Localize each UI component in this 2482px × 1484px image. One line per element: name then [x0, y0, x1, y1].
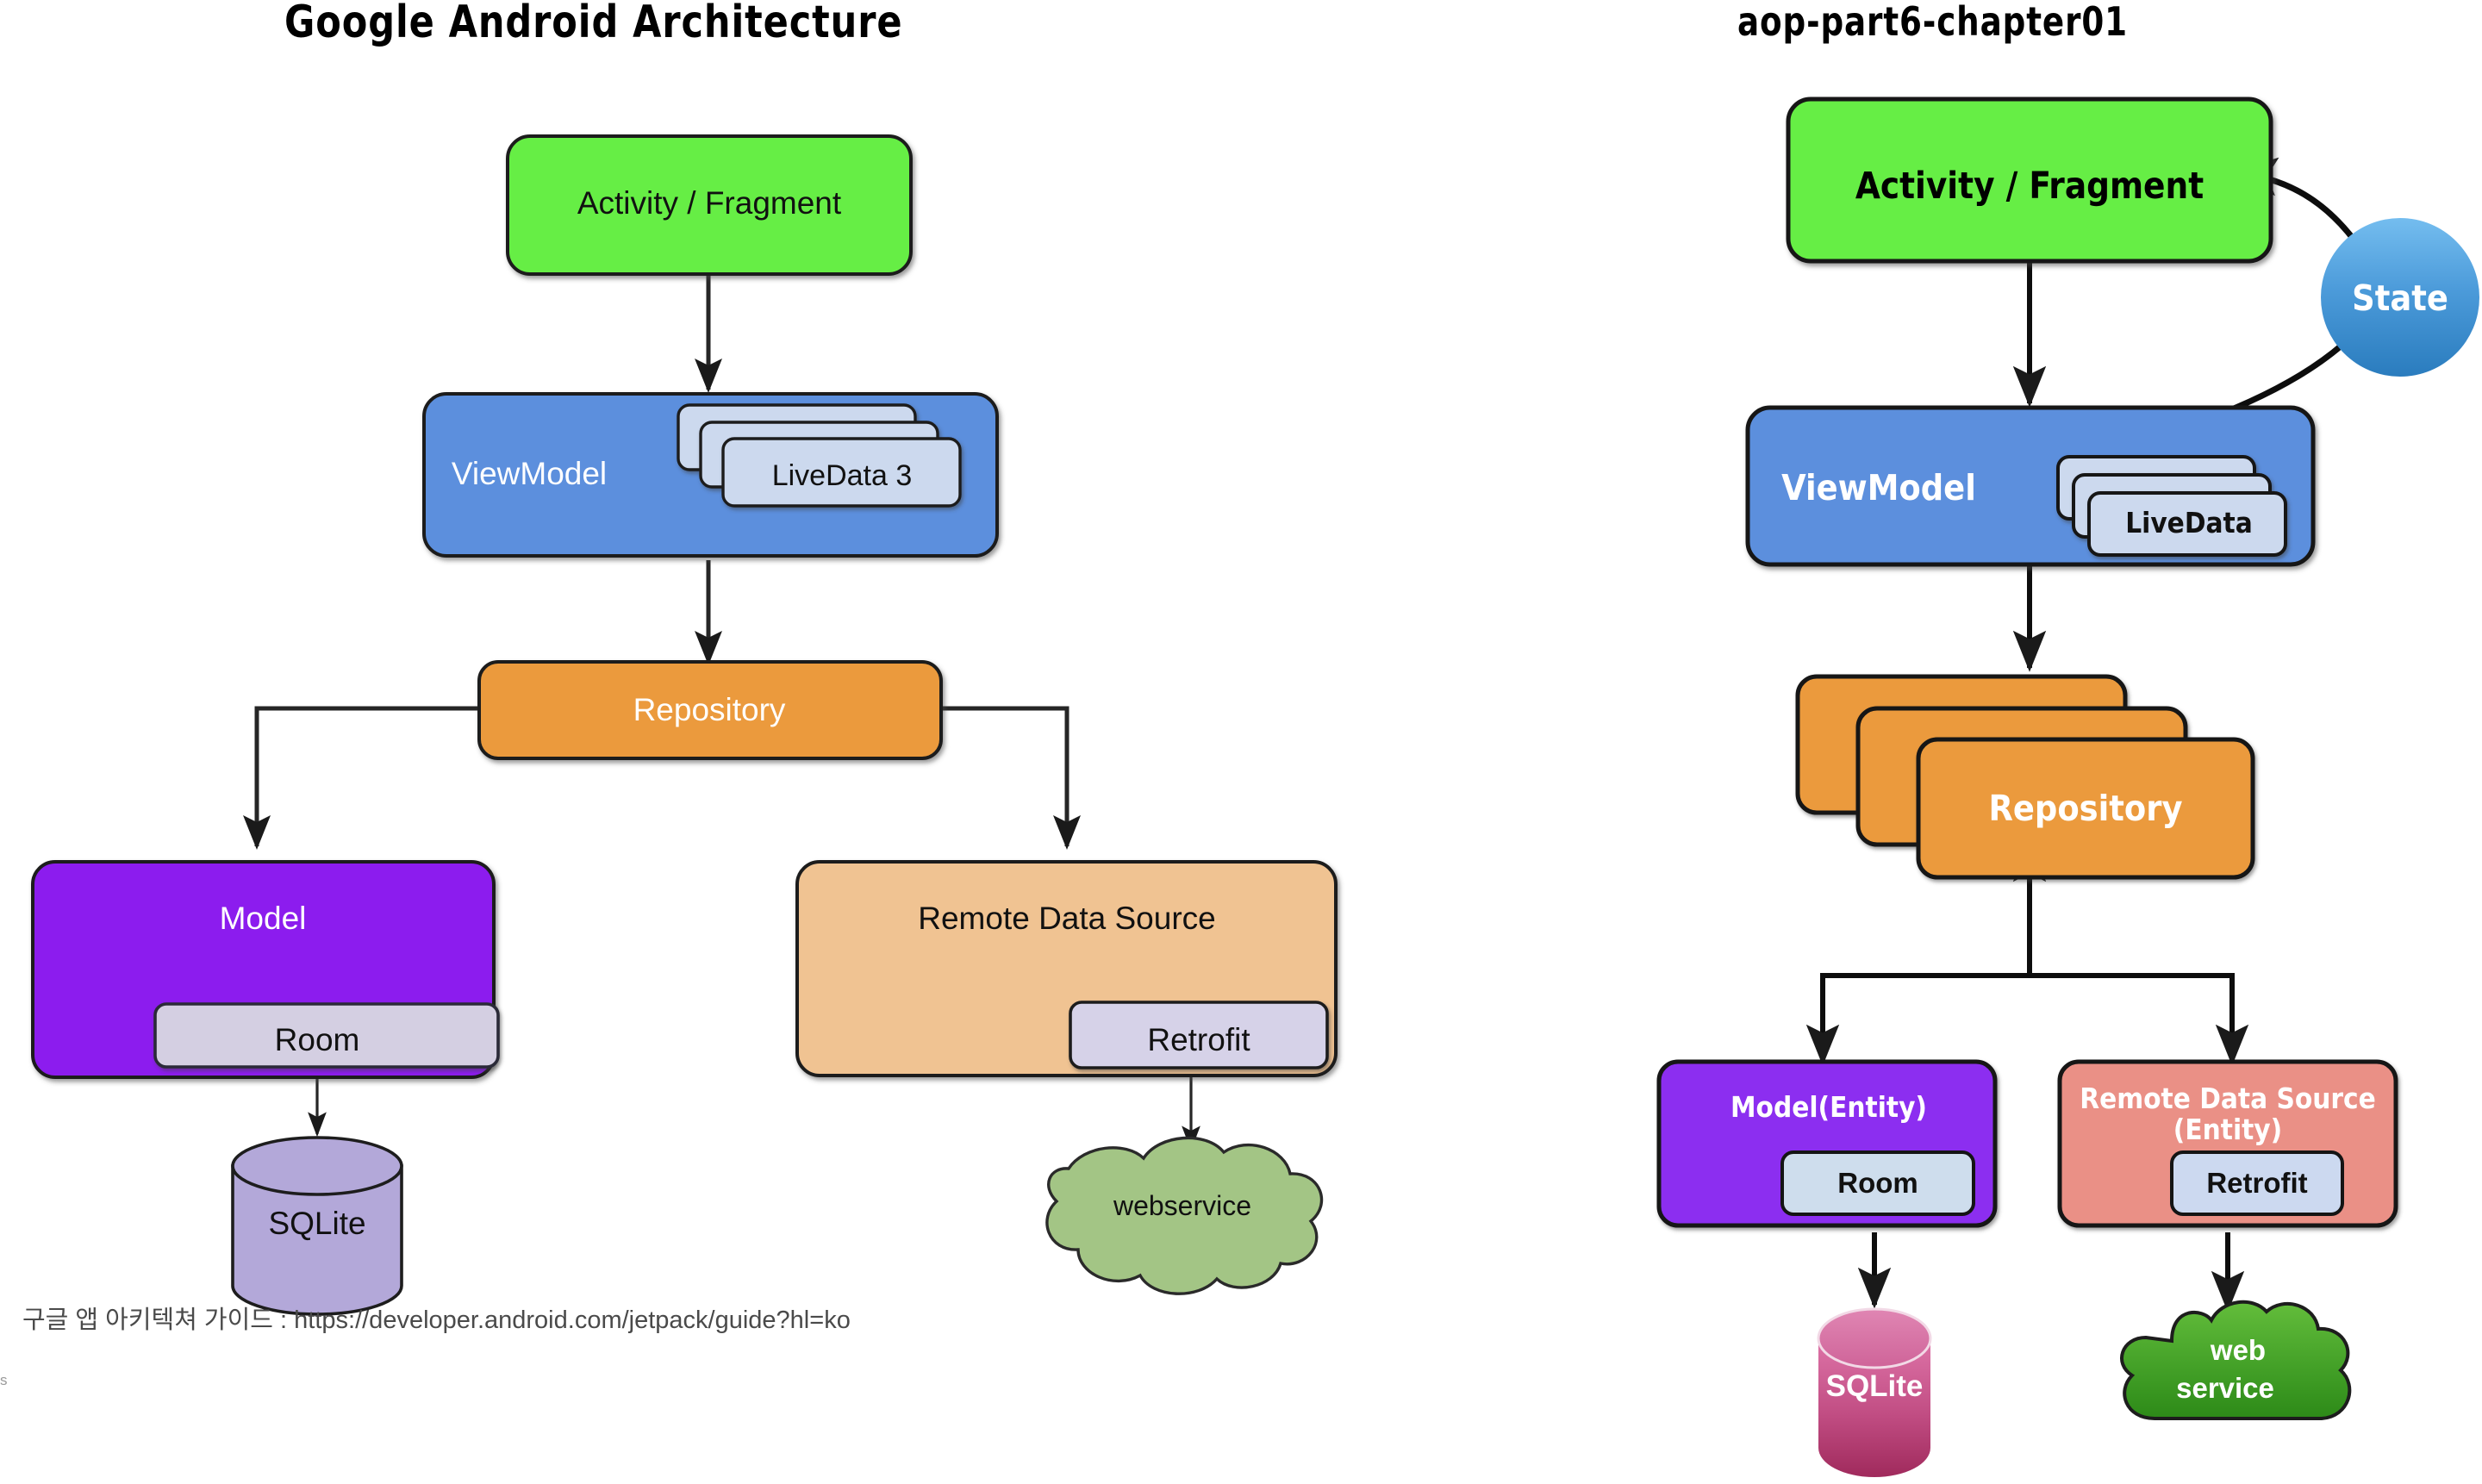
- left-repository-node: Repository: [477, 660, 943, 760]
- right-webservice-label-line2: service: [2176, 1372, 2274, 1404]
- left-room-label: Room: [275, 1022, 360, 1057]
- right-remote-data-source-label-line1: Remote Data Source: [2080, 1082, 2376, 1115]
- right-room-label: Room: [1837, 1167, 1918, 1199]
- left-livedata-label: LiveData 3: [772, 459, 913, 492]
- right-webservice-label-line1: web: [2210, 1334, 2266, 1366]
- left-sqlite-label: SQLite: [268, 1206, 365, 1241]
- connector-repository-to-remote: [941, 706, 1081, 851]
- diagram-canvas: Google Android Architecture aop-part6-ch…: [0, 0, 2482, 1484]
- stray-text: s: [0, 1372, 8, 1388]
- right-webservice-node: web service: [2120, 1300, 2352, 1420]
- right-state-label: State: [2352, 277, 2448, 319]
- left-diagram-caption: 구글 앱 아키텍쳐 가이드 : https://developer.androi…: [22, 1306, 851, 1334]
- left-activity-node: Activity / Fragment: [506, 134, 913, 276]
- right-remote-data-source-label-line2: (Entity): [2173, 1113, 2282, 1146]
- right-sqlite-node: SQLite: [1817, 1307, 1932, 1477]
- left-repository-label: Repository: [633, 692, 786, 727]
- left-model-label: Model: [220, 901, 307, 936]
- right-sqlite-label: SQLite: [1826, 1369, 1924, 1403]
- right-activity-node: Activity / Fragment: [1786, 97, 2273, 264]
- left-retrofit-label: Retrofit: [1147, 1022, 1250, 1057]
- left-viewmodel-label: ViewModel: [452, 456, 607, 491]
- right-viewmodel-label: ViewModel: [1781, 467, 1976, 508]
- left-activity-label: Activity / Fragment: [577, 185, 842, 221]
- right-model-entity-label: Model(Entity): [1731, 1090, 1927, 1124]
- right-remote-data-source-node: Remote Data Source (Entity) Retrofit: [2057, 1059, 2398, 1228]
- left-webservice-label: webservice: [1113, 1190, 1251, 1221]
- left-viewmodel-node: ViewModel LiveData 3: [422, 392, 999, 558]
- left-remote-data-source-node: Remote Data Source Retrofit: [795, 860, 1338, 1077]
- left-model-node: Model Room: [31, 860, 500, 1079]
- connector-r-junction-to-remote: [2030, 973, 2249, 1066]
- right-repository-label: Repository: [1989, 788, 2183, 829]
- left-webservice-node: webservice: [1045, 1136, 1324, 1295]
- right-state-node: State: [2321, 218, 2479, 377]
- right-activity-label: Activity / Fragment: [1855, 164, 2204, 207]
- right-model-entity-node: Model(Entity) Room: [1656, 1059, 1998, 1228]
- right-viewmodel-node: ViewModel LiveData: [1745, 405, 2316, 567]
- right-livedata-stack: LiveData: [2056, 455, 2287, 557]
- right-repository-node: Repository: [1795, 674, 2255, 880]
- left-remote-data-source-label: Remote Data Source: [918, 901, 1216, 936]
- right-retrofit-label: Retrofit: [2206, 1167, 2307, 1199]
- left-sqlite-node: SQLite: [231, 1136, 403, 1316]
- diagram-svg: Activity / Fragment ViewModel LiveData 3…: [31, 97, 2479, 1477]
- connector-r-junction-to-model: [1805, 973, 2030, 1066]
- right-livedata-label: LiveData: [2125, 506, 2253, 539]
- connector-repository-to-model: [242, 706, 479, 851]
